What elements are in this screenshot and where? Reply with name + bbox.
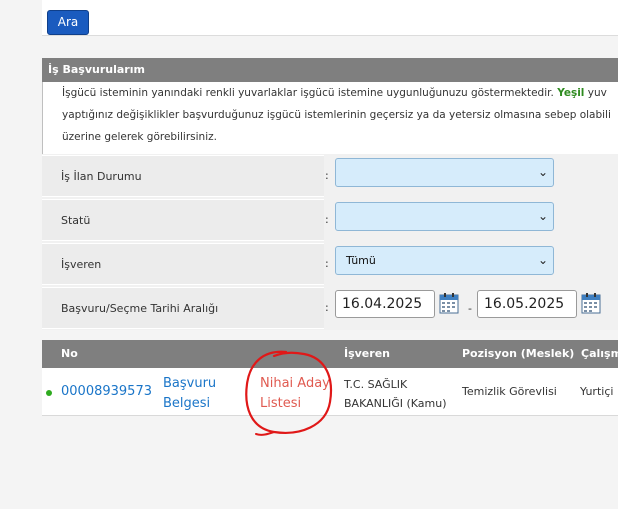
select-value: Tümü <box>346 254 376 267</box>
isveren-line: T.C. SAĞLIK <box>344 378 408 391</box>
info-text: İşgücü isteminin yanındaki renkli yuvarl… <box>42 82 618 154</box>
isveren-label: İşveren <box>42 243 324 285</box>
link-line: Belgesi <box>163 396 211 411</box>
start-date-input[interactable]: 16.04.2025 <box>335 290 435 318</box>
info-line-1-text: İşgücü isteminin yanındaki renkli yuvarl… <box>62 87 554 99</box>
info-green-word: Yeşil <box>557 87 585 99</box>
info-line-1-tail: yuv <box>587 87 607 99</box>
panel-title: İş Başvurularım <box>42 58 618 82</box>
table-row: 00008939573 Başvuru Belgesi Nihai Aday L… <box>42 368 618 416</box>
colon: : <box>325 301 329 314</box>
link-line: Listesi <box>260 396 302 411</box>
search-button[interactable]: Ara <box>47 10 89 35</box>
info-line-2: yaptığınız değişiklikler başvurduğunuz i… <box>62 109 611 121</box>
date-separator: - <box>468 302 472 315</box>
top-toolbar <box>42 0 618 36</box>
basvuru-belgesi-link[interactable]: Başvuru Belgesi <box>163 374 216 414</box>
calendar-icon[interactable] <box>439 292 459 314</box>
status-dot-icon <box>46 390 52 396</box>
statu-select[interactable]: ⌄ <box>335 202 554 231</box>
info-line-1: İşgücü isteminin yanındaki renkli yuvarl… <box>62 82 618 104</box>
colon: : <box>325 169 329 182</box>
col-header-pozisyon: Pozisyon (Meslek) <box>462 347 575 360</box>
chevron-down-icon: ⌄ <box>537 253 548 267</box>
filter-row-statu: Statü : ⌄ <box>42 198 618 242</box>
is-ilan-durumu-label: İş İlan Durumu <box>42 155 324 197</box>
info-line-3: üzerine gelerek görebilirsiniz. <box>62 131 217 143</box>
calendar-icon[interactable] <box>581 292 601 314</box>
is-ilan-durumu-select[interactable]: ⌄ <box>335 158 554 187</box>
tarih-label: Başvuru/Seçme Tarihi Aralığı <box>42 287 324 329</box>
link-line: Başvuru <box>163 376 217 391</box>
col-header-calisma: Çalışm <box>581 347 618 360</box>
col-header-no: No <box>61 347 78 360</box>
statu-label: Statü <box>42 199 324 241</box>
filter-row-tarih: Başvuru/Seçme Tarihi Aralığı : 16.04.202… <box>42 286 618 330</box>
isveren-cell: T.C. SAĞLIK BAKANLIĞI (Kamu) <box>344 375 447 413</box>
calisma-cell: Yurtiçi <box>580 385 614 398</box>
nihai-aday-listesi-link[interactable]: Nihai Aday Listesi <box>260 374 330 414</box>
chevron-down-icon: ⌄ <box>537 165 548 179</box>
isveren-line: BAKANLIĞI (Kamu) <box>344 397 447 410</box>
chevron-down-icon: ⌄ <box>537 209 548 223</box>
colon: : <box>325 213 329 226</box>
pozisyon-cell: Temizlik Görevlisi <box>462 385 557 398</box>
application-no-link[interactable]: 00008939573 <box>61 384 152 399</box>
end-date-input[interactable]: 16.05.2025 <box>477 290 577 318</box>
filter-row-isveren: İşveren : Tümü ⌄ <box>42 242 618 286</box>
filter-form: İş İlan Durumu : ⌄ Statü : ⌄ İşveren : T… <box>42 154 618 330</box>
isveren-select[interactable]: Tümü ⌄ <box>335 246 554 275</box>
link-line: Nihai Aday <box>260 376 330 391</box>
colon: : <box>325 257 329 270</box>
filter-row-is-ilan-durumu: İş İlan Durumu : ⌄ <box>42 154 618 198</box>
col-header-isveren: İşveren <box>344 347 390 360</box>
table-header: No İşveren Pozisyon (Meslek) Çalışm <box>42 340 618 368</box>
